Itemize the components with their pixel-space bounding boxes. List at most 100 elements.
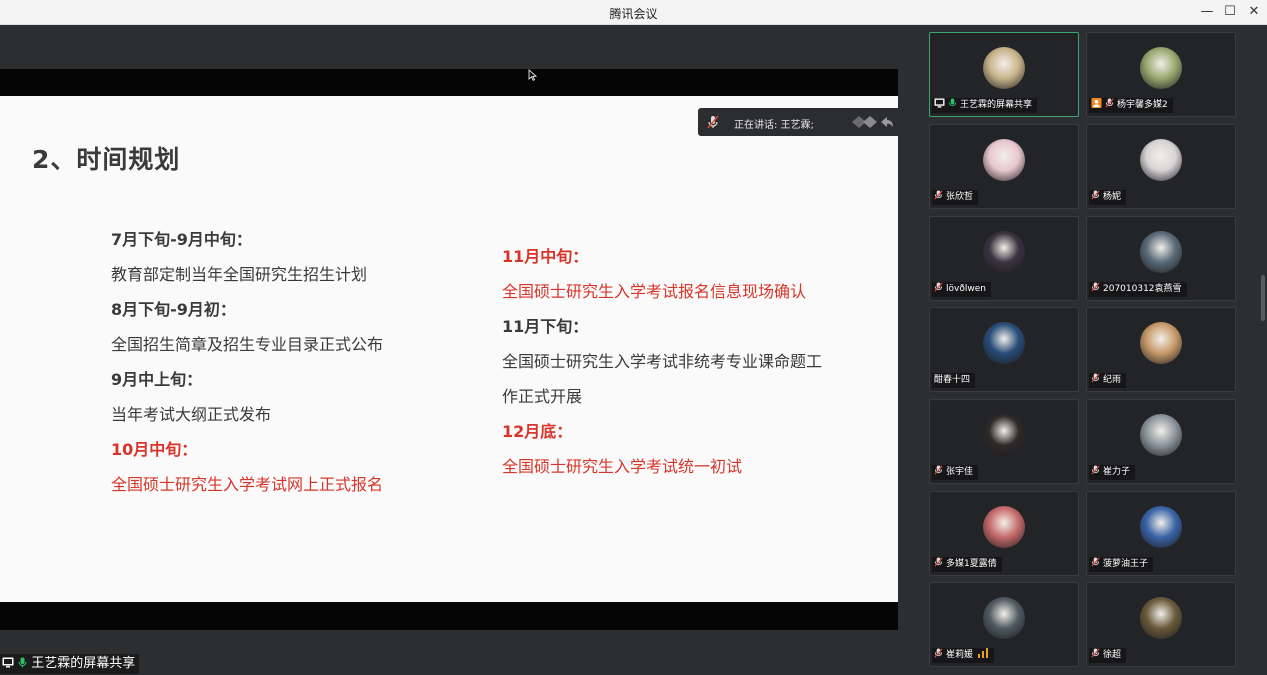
avatar (1140, 414, 1182, 456)
avatar (983, 597, 1025, 639)
screen-share-icon (934, 98, 945, 108)
participant-nametag: 杨妮 (1089, 190, 1127, 205)
screen-share-name: 王艺霖的屏幕共享 (31, 656, 136, 671)
window-titlebar: 腾讯会议 — ☐ ✕ (0, 0, 1267, 25)
participant-name: 酣春十四 (934, 375, 971, 385)
slide-line: 11月中旬： (502, 247, 589, 266)
avatar (1140, 506, 1182, 548)
mic-muted-icon (934, 465, 943, 475)
participant-nametag: 徐超 (1089, 648, 1127, 663)
participant-name: 杨宇馨多媒2 (1117, 100, 1168, 110)
participant-name: lövðlwen (946, 284, 986, 294)
close-button[interactable]: ✕ (1243, 3, 1265, 21)
speaking-indicator: 正在讲话: 王艺霖; (698, 108, 898, 136)
stage-letterbox-top (0, 69, 898, 96)
slide-line: 全国硕士研究生入学考试统一初试 (502, 457, 743, 476)
participant-tile[interactable]: 崔力子 (1086, 399, 1236, 484)
mic-active-icon (948, 98, 957, 107)
mic-muted-icon (934, 282, 943, 292)
slide-line: 9月中上旬： (111, 370, 203, 389)
minimize-button[interactable]: — (1196, 3, 1218, 21)
participant-name: 王艺霖的屏幕共享 (960, 100, 1033, 110)
slide-line: 10月中旬： (111, 440, 198, 459)
participant-tile[interactable]: 张宇佳 (929, 399, 1079, 484)
slide-line: 全国硕士研究生入学考试报名信息现场确认 (502, 282, 807, 301)
mic-muted-icon (1091, 282, 1100, 292)
slide-line: 全国招生简章及招生专业目录正式公布 (111, 335, 384, 354)
participant-nametag: 菠萝油王子 (1089, 557, 1154, 572)
participant-tile[interactable]: 张欣哲 (929, 124, 1079, 209)
panel-scrollbar[interactable] (1261, 275, 1265, 321)
avatar (1140, 139, 1182, 181)
participant-nametag: 纪雨 (1089, 373, 1127, 388)
user-badge-icon (1091, 98, 1102, 108)
participant-nametag: lövðlwen (932, 282, 991, 297)
participant-name: 徐超 (1103, 650, 1122, 660)
slide-title: 2、时间规划 (32, 145, 181, 174)
participant-tile[interactable]: 酣春十四 (929, 307, 1079, 392)
avatar (1140, 597, 1182, 639)
slide-line: 全国硕士研究生入学考试网上正式报名 (111, 475, 384, 494)
participant-nametag: 王艺霖的屏幕共享 (932, 98, 1038, 113)
participant-tile[interactable]: 杨宇馨多媒2 (1086, 32, 1236, 117)
avatar (1140, 47, 1182, 89)
mic-muted-icon (1091, 465, 1100, 475)
avatar (1140, 322, 1182, 364)
mic-muted-icon (934, 190, 943, 200)
slide-right-column: 11月中旬： 全国硕士研究生入学考试报名信息现场确认 11月下旬： 全国硕士研究生入学… (502, 239, 822, 484)
mic-muted-icon (1091, 190, 1100, 200)
slide-line: 全国硕士研究生入学考试非统考专业课命题工 (502, 352, 823, 371)
window-title: 腾讯会议 (609, 7, 658, 21)
participant-nametag: 张欣哲 (932, 190, 979, 205)
slide-line: 8月下旬-9月初： (111, 300, 236, 319)
participant-tile[interactable]: 王艺霖的屏幕共享 (929, 32, 1079, 117)
participant-tile[interactable]: 菠萝油王子 (1086, 491, 1236, 576)
participant-nametag: 酣春十四 (932, 373, 976, 388)
mic-muted-icon (707, 115, 719, 129)
participant-name: 崔力子 (1103, 467, 1131, 477)
screen-share-label: 王艺霖的屏幕共享 (0, 654, 140, 674)
participant-tile[interactable]: lövðlwen (929, 216, 1079, 301)
mic-muted-icon (934, 557, 943, 567)
participant-nametag: 杨宇馨多媒2 (1089, 98, 1173, 113)
slide-line: 11月下旬： (502, 317, 589, 336)
mic-active-icon (18, 657, 27, 668)
speaker-controls-icon[interactable] (850, 115, 894, 129)
participant-tile[interactable]: 纪雨 (1086, 307, 1236, 392)
slide-line: 教育部定制当年全国研究生招生计划 (111, 265, 368, 284)
slide-line: 作正式开展 (502, 387, 583, 406)
participant-name: 崔莉媛 (946, 650, 974, 660)
stage-top-area (0, 25, 898, 69)
avatar (983, 47, 1025, 89)
slide-left-column: 7月下旬-9月中旬： 教育部定制当年全国研究生招生计划 8月下旬-9月初： 全国招生简… (111, 222, 383, 502)
avatar (1140, 231, 1182, 273)
avatar (983, 414, 1025, 456)
avatar (983, 322, 1025, 364)
participant-name: 菠萝油王子 (1103, 559, 1149, 569)
mic-muted-icon (1091, 648, 1100, 658)
participant-nametag: 张宇佳 (932, 465, 979, 480)
avatar (983, 506, 1025, 548)
mic-muted-icon (1091, 557, 1100, 567)
participant-tile[interactable]: 207010312袁燕雪 (1086, 216, 1236, 301)
presentation-slide: 2、时间规划 7月下旬-9月中旬： 教育部定制当年全国研究生招生计划 8月下旬-9月… (0, 96, 898, 666)
participant-nametag: 崔力子 (1089, 465, 1136, 480)
stage-letterbox-bottom (0, 602, 898, 630)
participant-nametag: 崔莉媛 (932, 648, 995, 663)
slide-line: 当年考试大纲正式发布 (111, 405, 272, 424)
maximize-button[interactable]: ☐ (1219, 3, 1241, 21)
mic-muted-icon (1091, 373, 1100, 383)
participant-tile[interactable]: 崔莉媛 (929, 582, 1079, 667)
participant-tile[interactable]: 徐超 (1086, 582, 1236, 667)
screen-share-icon (2, 657, 14, 668)
participant-name: 多媒1夏露倩 (946, 559, 997, 569)
speaking-label: 正在讲话: 王艺霖; (734, 120, 814, 131)
slide-line: 7月下旬-9月中旬： (111, 230, 252, 249)
participant-tile[interactable]: 多媒1夏露倩 (929, 491, 1079, 576)
slide-line: 12月底： (502, 422, 573, 441)
participant-nametag: 多媒1夏露倩 (932, 557, 1002, 572)
participant-nametag: 207010312袁燕雪 (1089, 282, 1187, 297)
participant-name: 张宇佳 (946, 467, 974, 477)
mic-muted-icon (1105, 98, 1114, 108)
participant-tile[interactable]: 杨妮 (1086, 124, 1236, 209)
